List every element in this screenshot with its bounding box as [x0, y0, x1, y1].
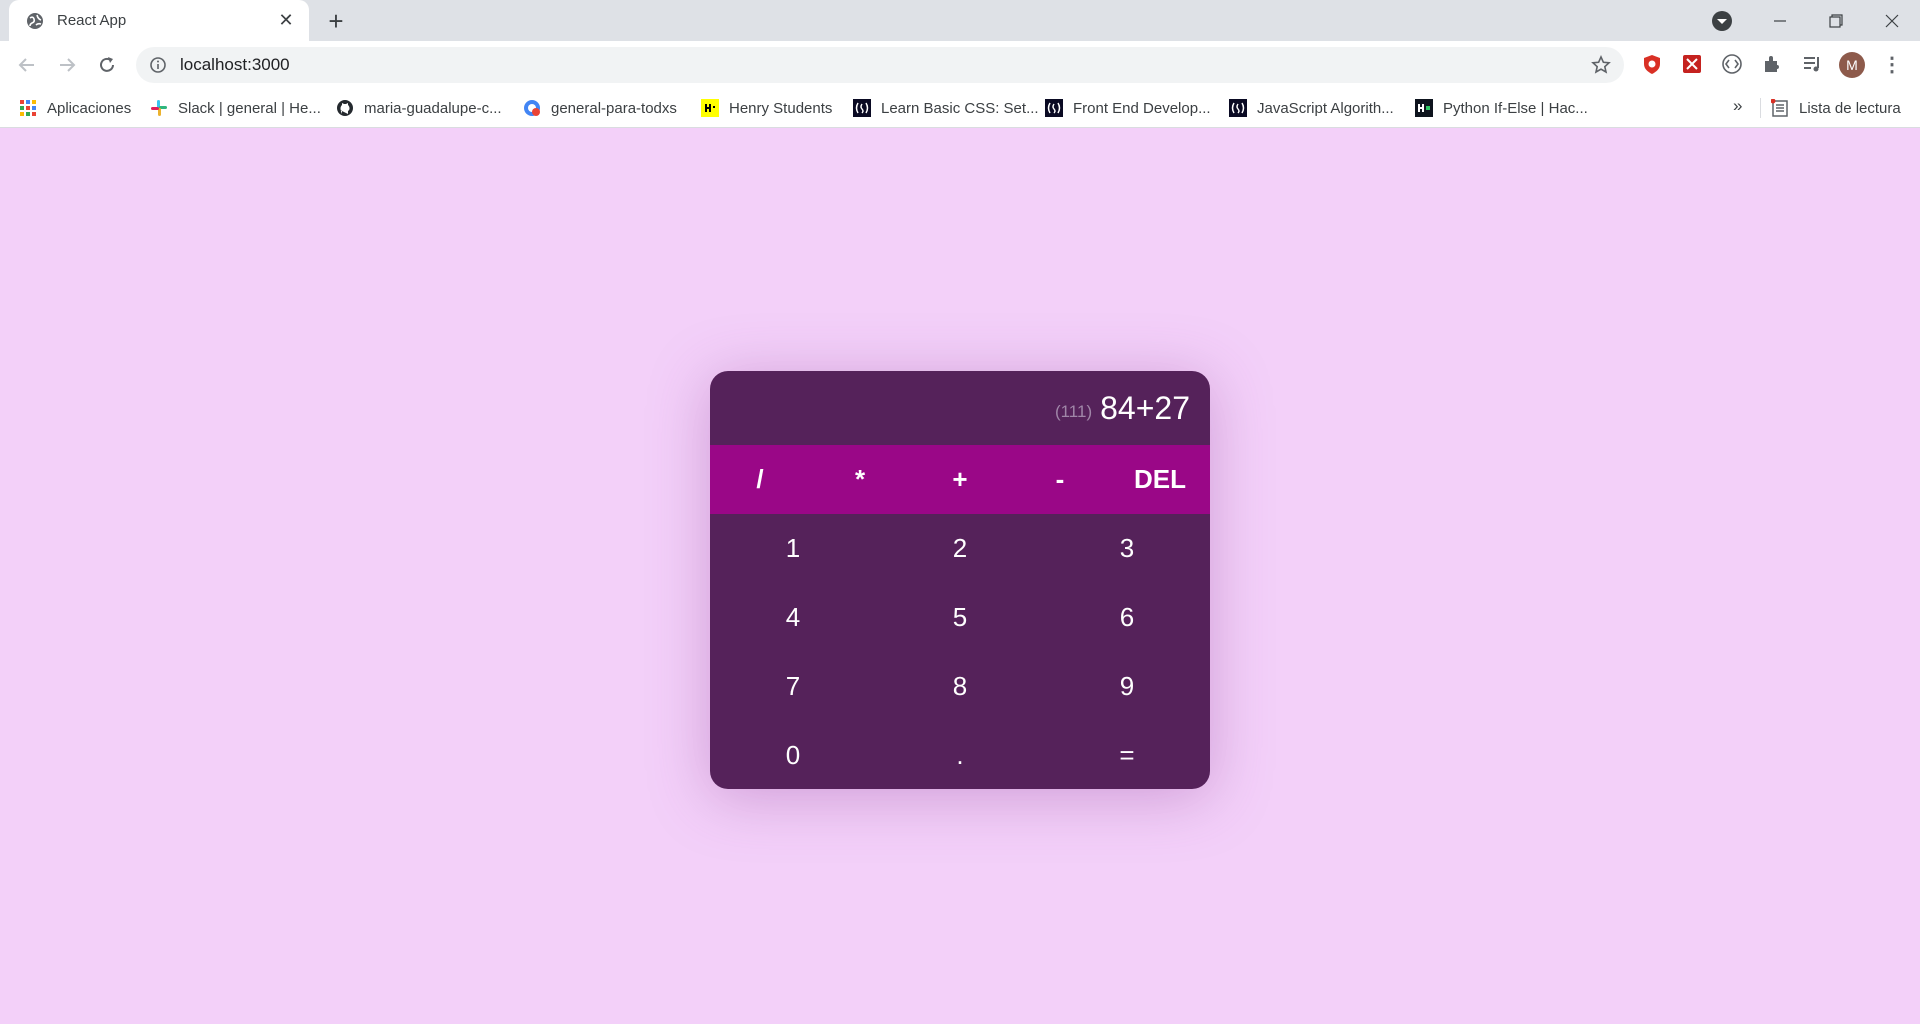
digit-4-button[interactable]: 4: [710, 583, 876, 652]
digit-0-button[interactable]: 0: [710, 721, 876, 789]
digit-7-button[interactable]: 7: [710, 652, 876, 721]
divide-button[interactable]: /: [710, 445, 810, 514]
github-icon: [336, 99, 354, 117]
bookmark-label: general-para-todxs: [551, 99, 677, 117]
bookmark-label: Aplicaciones: [47, 99, 132, 117]
multiply-button[interactable]: *: [810, 445, 910, 514]
forward-arrow-icon: [60, 58, 76, 72]
url-text[interactable]: localhost:3000: [180, 55, 290, 75]
close-window-button[interactable]: [1864, 0, 1920, 41]
bookmark-apps[interactable]: Aplicaciones: [19, 96, 131, 120]
window-controls: [1752, 0, 1920, 41]
calculator: (111) 84+27 / * + - DEL 1 2 3 4 5 6 7 8 …: [710, 371, 1210, 789]
reading-list-icon: [1771, 99, 1789, 117]
bookmark-label: JavaScript Algorith...: [1257, 99, 1394, 117]
back-arrow-icon: [18, 58, 34, 72]
slack-icon: [150, 99, 168, 117]
freecodecamp-icon: [1045, 99, 1063, 117]
hexagon-extension-icon[interactable]: [1680, 52, 1704, 76]
bookmark-learn-css[interactable]: Learn Basic CSS: Set...: [853, 96, 1039, 120]
henry-icon: [701, 99, 719, 117]
media-control-icon[interactable]: [1800, 52, 1824, 76]
reload-icon: [100, 57, 114, 72]
bookmark-star-icon[interactable]: [1590, 54, 1612, 76]
digit-9-button[interactable]: 9: [1044, 652, 1210, 721]
new-tab-button[interactable]: +: [322, 8, 350, 36]
back-button[interactable]: [13, 51, 41, 79]
freecodecamp-icon: [1229, 99, 1247, 117]
more-bookmarks-button[interactable]: »: [1733, 96, 1742, 116]
digit-2-button[interactable]: 2: [877, 514, 1043, 583]
freecodecamp-icon: [853, 99, 871, 117]
tab-search-icon[interactable]: [1711, 10, 1733, 32]
digit-5-button[interactable]: 5: [877, 583, 1043, 652]
operator-bar: / * + - DEL: [710, 445, 1210, 514]
bookmark-label: Learn Basic CSS: Set...: [881, 99, 1039, 117]
meet-icon: [523, 99, 541, 117]
subtract-button[interactable]: -: [1010, 445, 1110, 514]
keypad: 1 2 3 4 5 6 7 8 9 0 . =: [710, 514, 1210, 789]
bookmark-label: Front End Develop...: [1073, 99, 1211, 117]
tab-react-app[interactable]: React App ✕: [9, 0, 309, 41]
bookmark-javascript[interactable]: JavaScript Algorith...: [1229, 96, 1394, 120]
site-info-icon[interactable]: [148, 55, 168, 75]
tab-strip: React App ✕ +: [0, 0, 1920, 41]
bookmark-github[interactable]: maria-guadalupe-c...: [336, 96, 502, 120]
bookmark-label: maria-guadalupe-c...: [364, 99, 502, 117]
result-preview: (111): [1054, 402, 1093, 421]
digit-6-button[interactable]: 6: [1044, 583, 1210, 652]
bookmark-label: Slack | general | He...: [178, 99, 321, 117]
bookmarks-bar: Aplicaciones Slack | general | He... mar…: [0, 88, 1920, 128]
address-bar[interactable]: localhost:3000: [136, 47, 1624, 83]
digit-3-button[interactable]: 3: [1044, 514, 1210, 583]
reading-list-button[interactable]: Lista de lectura: [1771, 96, 1901, 120]
delete-button[interactable]: DEL: [1110, 445, 1210, 514]
tab-title: React App: [57, 12, 127, 29]
calculator-display: (111) 84+27: [710, 371, 1210, 445]
expression-display: 84+27: [1100, 389, 1190, 426]
equals-button[interactable]: =: [1044, 721, 1210, 789]
reload-button[interactable]: [93, 51, 121, 79]
digit-8-button[interactable]: 8: [877, 652, 1043, 721]
shield-extension-icon[interactable]: [1640, 52, 1664, 76]
code-extension-icon[interactable]: [1720, 52, 1744, 76]
bookmark-python[interactable]: Python If-Else | Hac...: [1415, 96, 1588, 120]
reading-list-label: Lista de lectura: [1799, 99, 1901, 117]
bookmark-slack[interactable]: Slack | general | He...: [150, 96, 321, 120]
apps-grid-icon: [19, 99, 37, 117]
puzzle-extensions-icon[interactable]: [1760, 52, 1784, 76]
bookmark-label: Python If-Else | Hac...: [1443, 99, 1588, 117]
bookmark-henry[interactable]: Henry Students: [701, 96, 832, 120]
browser-menu-icon[interactable]: ⋮: [1882, 52, 1902, 76]
forward-button[interactable]: [53, 51, 81, 79]
bookmark-front-end[interactable]: Front End Develop...: [1045, 96, 1211, 120]
digit-1-button[interactable]: 1: [710, 514, 876, 583]
close-tab-icon[interactable]: ✕: [275, 10, 297, 31]
decimal-button[interactable]: .: [877, 721, 1043, 789]
bookmarks-divider: [1760, 98, 1761, 118]
hackerrank-icon: [1415, 99, 1433, 117]
bookmark-label: Henry Students: [729, 99, 833, 117]
restore-button[interactable]: [1808, 0, 1864, 41]
browser-toolbar: localhost:3000 M ⋮: [0, 41, 1920, 88]
minimize-button[interactable]: [1752, 0, 1808, 41]
bookmark-meet[interactable]: general-para-todxs: [523, 96, 677, 120]
profile-avatar[interactable]: M: [1839, 52, 1865, 78]
globe-icon: [25, 11, 45, 31]
add-button[interactable]: +: [910, 445, 1010, 514]
